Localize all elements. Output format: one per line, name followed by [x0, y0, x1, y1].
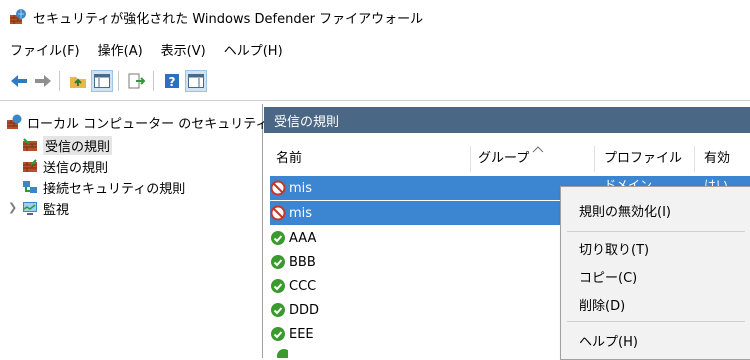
title-bar: セキュリティが強化された Windows Defender ファイアウォール [0, 0, 750, 34]
tree-label-monitoring: 監視 [43, 202, 70, 218]
menu-file[interactable]: ファイル(F) [0, 38, 88, 61]
sort-ascending-icon [532, 146, 544, 153]
toolbar-separator [59, 71, 60, 91]
column-separator [594, 146, 595, 172]
menu-bar: ファイル(F) 操作(A) 表示(V) ヘルプ(H) [0, 36, 291, 62]
firewall-root-icon [7, 114, 22, 129]
tree-item-root[interactable]: ローカル コンピューター のセキュリティ: [6, 112, 273, 132]
tree-root-label: ローカル コンピューター のセキュリティ: [27, 116, 273, 132]
console-tree-icon [94, 74, 110, 88]
forward-arrow-icon [35, 75, 51, 87]
rule-name: AAA [289, 230, 317, 246]
allow-rule-check-icon [271, 303, 285, 317]
toolbar-divider [0, 100, 750, 101]
tree-label-outbound-rules: 送信の規則 [43, 160, 109, 176]
help-icon: ? [165, 74, 179, 89]
up-folder-button[interactable] [67, 70, 89, 92]
firewall-app-icon [10, 9, 26, 24]
export-list-button[interactable] [126, 70, 148, 92]
column-header-group[interactable]: グループ [478, 144, 529, 174]
block-rule-icon [270, 205, 286, 221]
column-header-profile[interactable]: プロファイル [604, 144, 682, 174]
context-item-cut[interactable]: 切り取り(T) [579, 239, 649, 258]
rule-name: CCC [289, 278, 317, 294]
context-menu-separator [567, 231, 745, 232]
export-icon [128, 73, 146, 89]
help-button[interactable]: ? [161, 70, 183, 92]
column-headers: 名前 グループ プロファイル 有効 [264, 144, 750, 174]
column-separator [694, 146, 695, 172]
svg-text:?: ? [169, 75, 176, 89]
toolbar-separator [153, 71, 154, 91]
context-menu-separator [567, 321, 745, 322]
tree-item-connection-security-rules[interactable]: 接続セキュリティの規則 [22, 177, 185, 197]
column-separator [470, 146, 471, 172]
column-header-name[interactable]: 名前 [276, 144, 302, 174]
rule-name: DDD [289, 302, 320, 318]
partial-row-icon [276, 348, 288, 358]
menu-help[interactable]: ヘルプ(H) [214, 38, 291, 61]
show-console-tree-button[interactable] [91, 70, 113, 92]
tree-expand-chevron-icon[interactable]: ❯ [8, 201, 17, 214]
show-action-pane-button[interactable] [185, 70, 207, 92]
allow-rule-check-icon [271, 231, 285, 245]
allow-rule-check-icon [277, 349, 288, 358]
outbound-rules-icon [23, 159, 37, 172]
context-item-copy[interactable]: コピー(C) [579, 267, 637, 286]
window-title: セキュリティが強化された Windows Defender ファイアウォール [33, 11, 424, 27]
context-item-delete[interactable]: 削除(D) [579, 295, 625, 314]
rule-name: mis [289, 205, 313, 221]
context-item-help[interactable]: ヘルプ(H) [579, 331, 638, 350]
tree-label-inbound-rules: 受信の規則 [43, 135, 113, 155]
context-item-disable-rule[interactable]: 規則の無効化(I) [579, 201, 671, 220]
block-rule-icon [270, 180, 286, 196]
console-tree: ローカル コンピューター のセキュリティ: 受信の規則 送信の規則 接続セキュリ… [0, 104, 273, 358]
pane-header: 受信の規則 [264, 107, 750, 133]
toolbar: ? [0, 68, 750, 94]
column-header-enabled[interactable]: 有効 [704, 144, 730, 174]
back-button[interactable] [8, 70, 30, 92]
rule-name: EEE [289, 326, 314, 342]
tree-item-outbound-rules[interactable]: 送信の規則 [22, 156, 108, 176]
toolbar-separator [118, 71, 119, 91]
tree-item-monitoring[interactable]: 監視 [22, 198, 69, 218]
rule-name: mis [289, 180, 313, 196]
tree-label-connection-security-rules: 接続セキュリティの規則 [43, 181, 186, 197]
connection-security-icon [23, 181, 37, 193]
monitoring-icon [23, 202, 37, 215]
menu-action[interactable]: 操作(A) [88, 38, 151, 61]
allow-rule-check-icon [271, 255, 285, 269]
inbound-rules-icon [23, 138, 37, 151]
context-menu: 規則の無効化(I) 切り取り(T) コピー(C) 削除(D) ヘルプ(H) [560, 186, 750, 360]
tree-item-inbound-rules[interactable]: 受信の規則 [22, 135, 113, 155]
action-pane-icon [188, 74, 204, 88]
rule-name: BBB [289, 254, 316, 270]
menu-view[interactable]: 表示(V) [151, 38, 214, 61]
allow-rule-check-icon [271, 327, 285, 341]
back-arrow-icon [11, 75, 27, 87]
folder-up-icon [70, 77, 86, 88]
allow-rule-check-icon [271, 279, 285, 293]
forward-button[interactable] [32, 70, 54, 92]
